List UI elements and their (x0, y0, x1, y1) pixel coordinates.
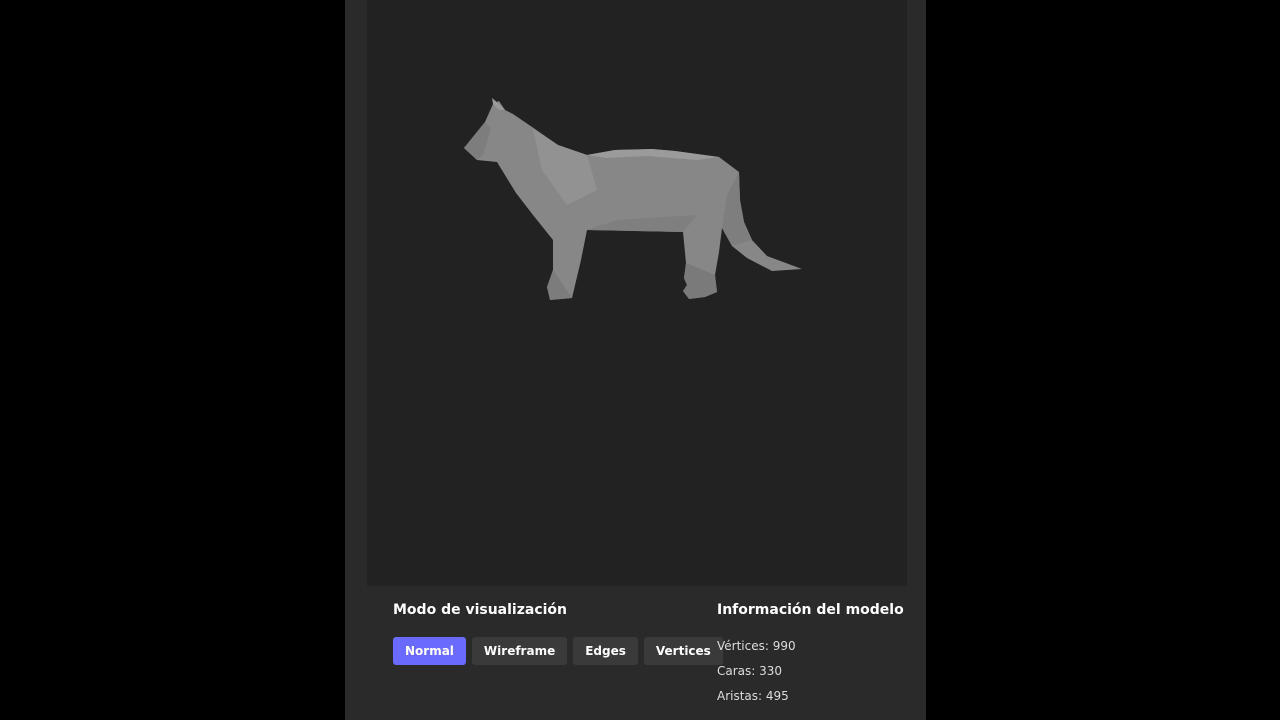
display-mode-title: Modo de visualización (393, 602, 568, 618)
edge-count: Aristas: 495 (717, 689, 789, 703)
model-info-title: Información del modelo (717, 602, 904, 618)
cat-model-render (464, 98, 802, 300)
face-count: Caras: 330 (717, 664, 783, 678)
cat-model-icon (464, 98, 802, 300)
3d-viewport[interactable] (367, 0, 907, 586)
mode-wireframe-button[interactable]: Wireframe (471, 637, 568, 665)
display-mode-buttons: Normal Wireframe Edges Vertices (393, 637, 723, 665)
app-panel: Modo de visualización Normal Wireframe E… (345, 0, 926, 720)
mode-edges-button[interactable]: Edges (573, 637, 638, 665)
mode-normal-button[interactable]: Normal (393, 637, 466, 665)
vertex-count: Vértices: 990 (717, 639, 796, 653)
mode-vertices-button[interactable]: Vertices (643, 637, 723, 665)
